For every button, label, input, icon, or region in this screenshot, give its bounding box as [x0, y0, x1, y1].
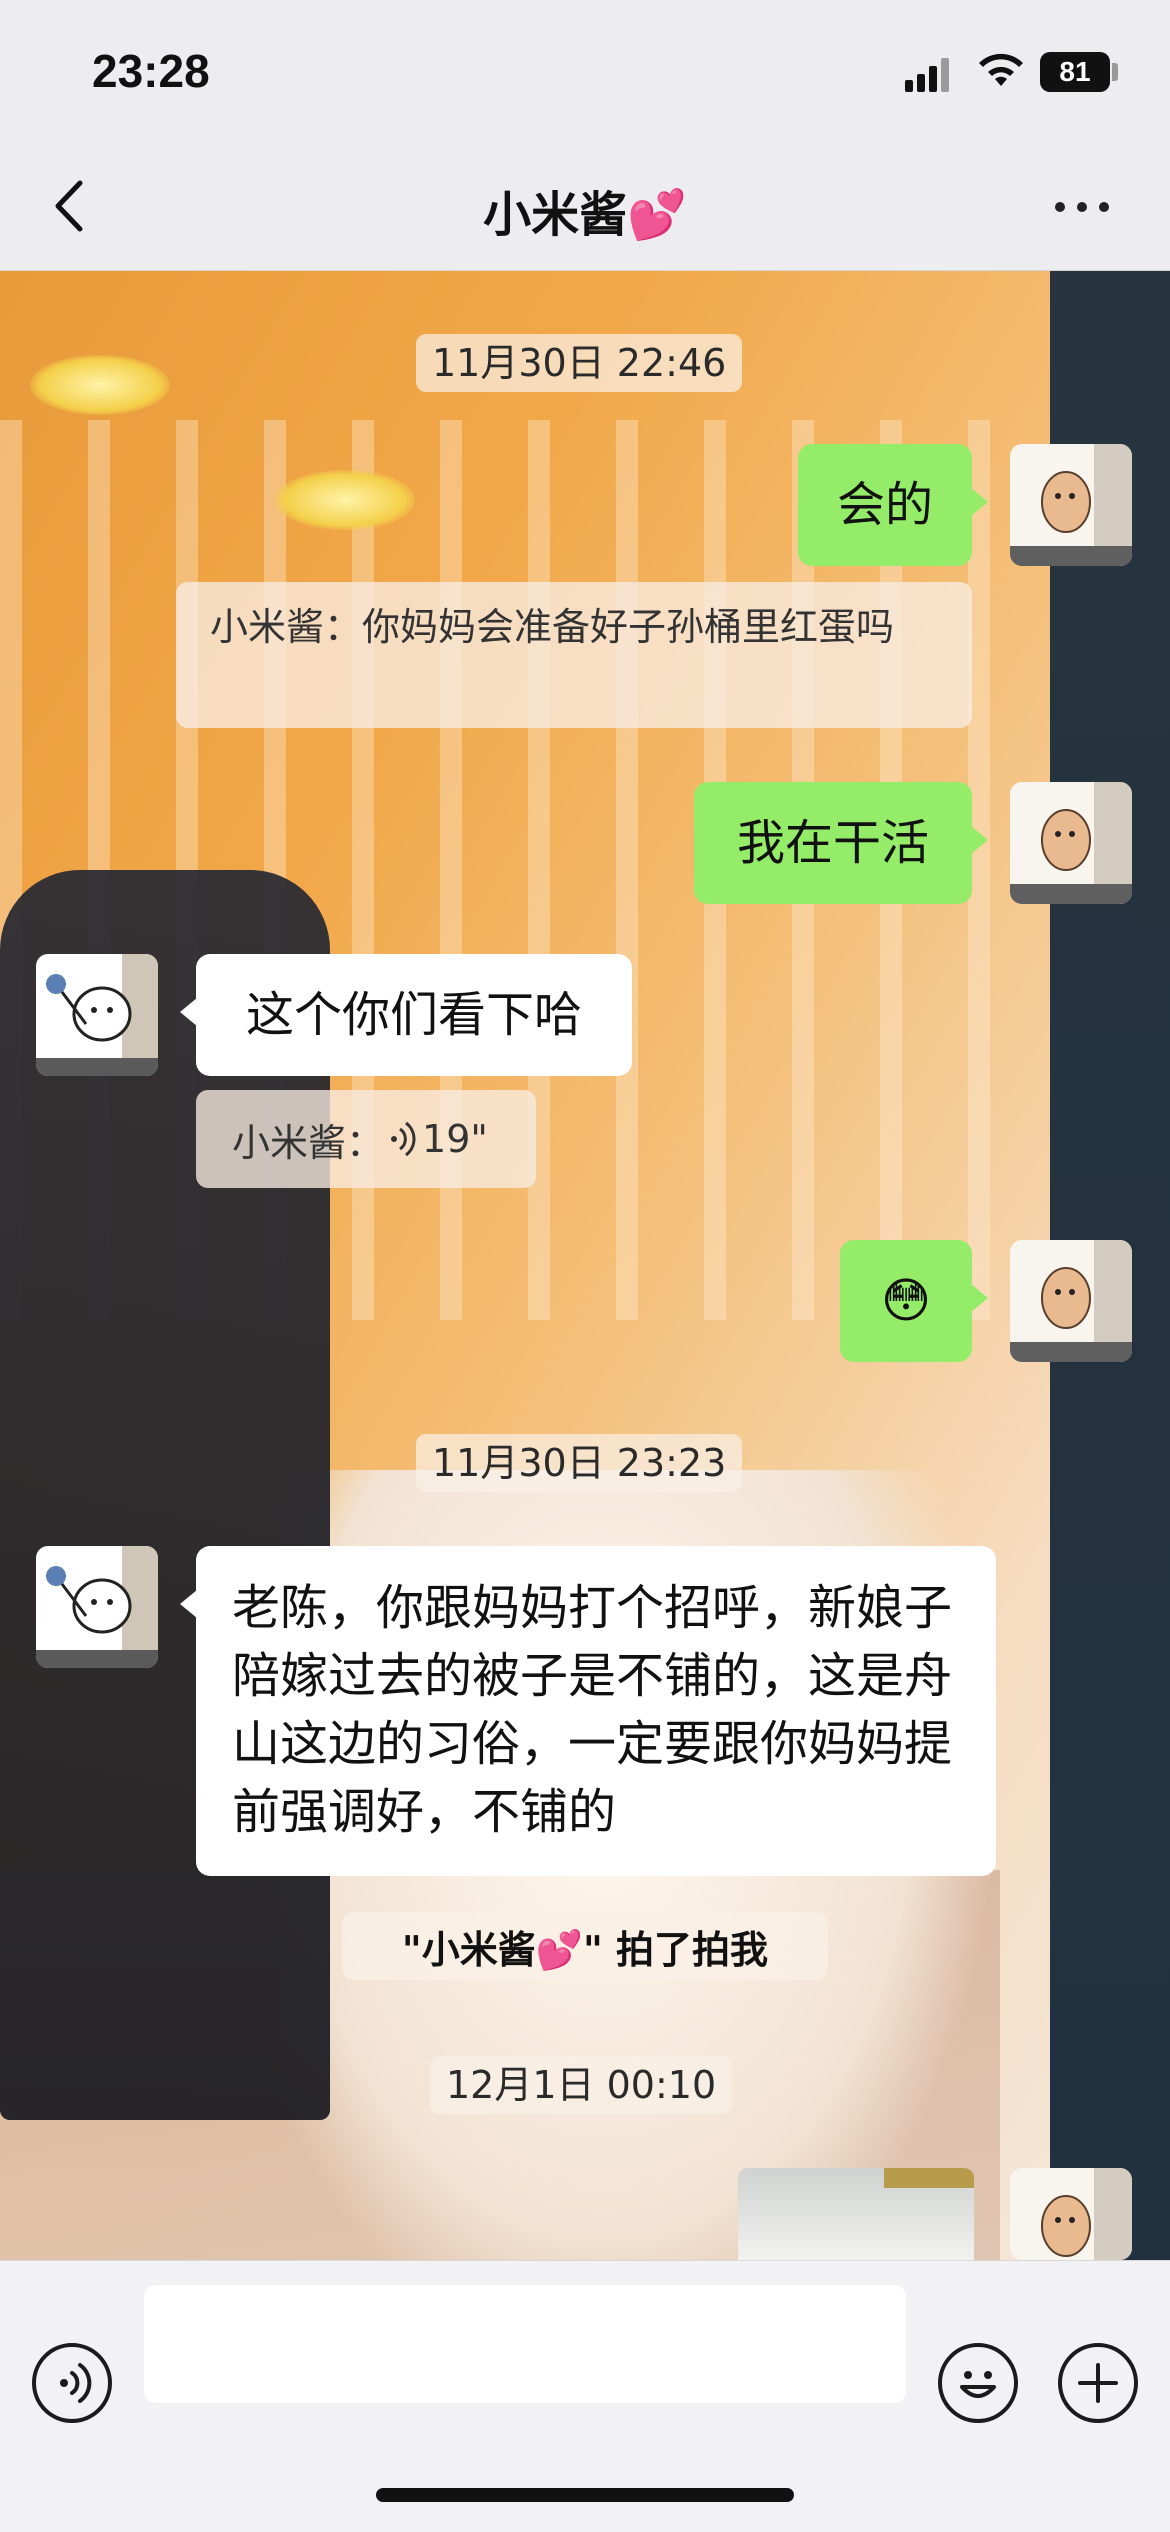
more-dots-icon[interactable] — [1055, 196, 1115, 216]
pat-notification: "小米酱💕" 拍了拍我 — [342, 1912, 828, 1980]
back-chevron-icon[interactable] — [44, 176, 94, 236]
emoji-icon[interactable] — [938, 2343, 1018, 2423]
message-timestamp: 12月1日 00:10 — [430, 2056, 733, 2114]
self-avatar[interactable] — [1010, 782, 1132, 904]
received-message-bubble[interactable]: 这个你们看下哈 — [180, 954, 632, 1076]
sent-message-bubble[interactable]: 我在干活 — [694, 782, 988, 904]
quoted-sender: 小米酱： — [232, 1120, 385, 1165]
wifi-icon — [979, 53, 1023, 86]
message-input[interactable] — [144, 2285, 906, 2403]
plus-icon[interactable] — [1058, 2343, 1138, 2423]
self-avatar[interactable] — [1010, 444, 1132, 566]
contact-avatar[interactable] — [36, 1546, 158, 1668]
voice-duration: 19" — [422, 1117, 488, 1161]
chat-screen: 23:28 81 小米酱💕 11月30日 22:46 会的 小米酱：你妈妈会准备… — [0, 0, 1170, 2532]
quoted-voice-message[interactable]: 小米酱： 19" — [196, 1090, 536, 1188]
battery-tip — [1112, 63, 1118, 81]
home-indicator[interactable] — [376, 2488, 794, 2502]
sent-image-message[interactable] — [738, 2168, 974, 2260]
sent-emoji-bubble[interactable]: 😳 — [840, 1240, 988, 1362]
sent-message-bubble[interactable]: 会的 — [798, 444, 988, 566]
nav-bar: 小米酱💕 — [0, 150, 1170, 271]
contact-avatar[interactable] — [36, 954, 158, 1076]
status-bar: 23:28 81 — [0, 0, 1170, 150]
message-timestamp: 11月30日 23:23 — [416, 1434, 743, 1492]
ceiling-lamp — [275, 470, 415, 530]
message-timestamp: 11月30日 22:46 — [416, 334, 743, 392]
cellular-signal-icon — [905, 58, 951, 92]
ceiling-lamp — [30, 355, 170, 415]
battery-indicator: 81 — [1040, 52, 1110, 92]
status-time: 23:28 — [92, 45, 210, 97]
quoted-message[interactable]: 小米酱：你妈妈会准备好子孙桶里红蛋吗 — [176, 582, 972, 728]
voice-wave-icon — [391, 1121, 416, 1157]
chat-title: 小米酱💕 — [483, 187, 687, 243]
self-avatar[interactable] — [1010, 2168, 1132, 2260]
self-avatar[interactable] — [1010, 1240, 1132, 1362]
received-message-bubble[interactable]: 老陈，你跟妈妈打个招呼，新娘子陪嫁过去的被子是不铺的，这是舟山这边的习俗，一定要… — [180, 1546, 996, 1876]
voice-input-icon[interactable] — [32, 2343, 112, 2423]
